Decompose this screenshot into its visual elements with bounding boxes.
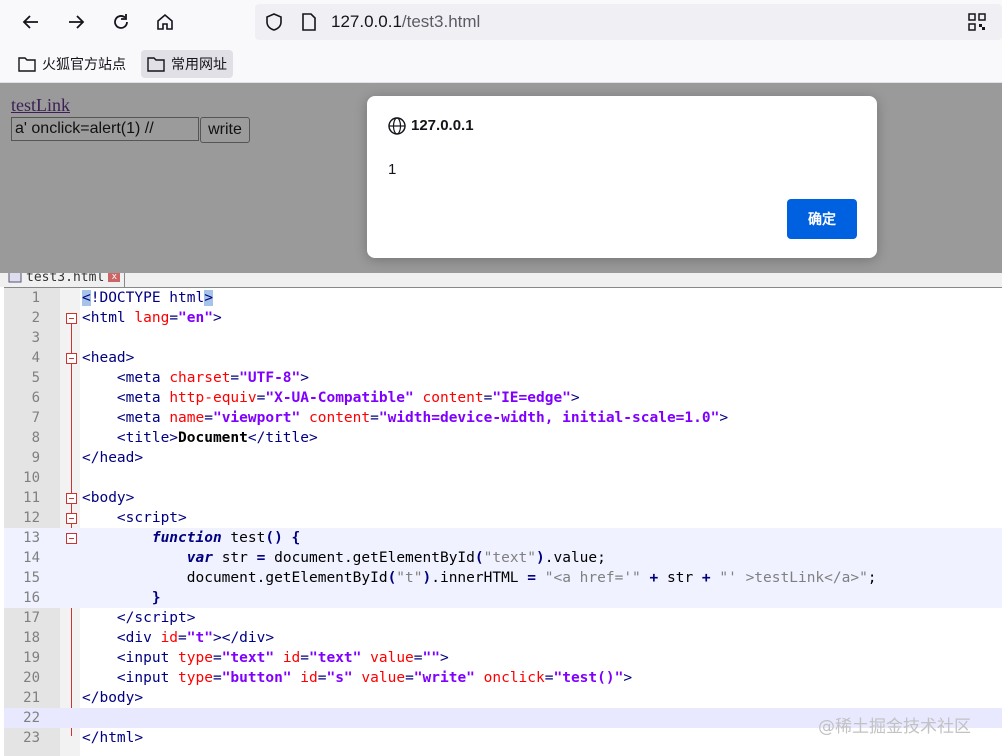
text-input[interactable]: a' onclick=alert(1) // bbox=[11, 117, 199, 141]
line-number: 1 bbox=[31, 290, 40, 306]
page-icon bbox=[302, 13, 316, 31]
line-number: 2 bbox=[31, 310, 40, 326]
test-link[interactable]: testLink bbox=[11, 95, 70, 116]
bookmark-common-sites[interactable]: 常用网址 bbox=[141, 50, 233, 78]
forward-button[interactable] bbox=[62, 8, 90, 36]
code-line: 8 <title>Document</title> bbox=[4, 428, 1002, 448]
code-line: 18 <div id="t"></div> bbox=[4, 628, 1002, 648]
fold-toggle[interactable] bbox=[66, 533, 77, 544]
code-line: 1 <!DOCTYPE html> bbox=[4, 288, 1002, 308]
code-line: 9 </head> bbox=[4, 448, 1002, 468]
line-number: 23 bbox=[23, 730, 40, 746]
editor-tab-bar: test3.html x bbox=[0, 273, 1002, 287]
fold-toggle[interactable] bbox=[66, 353, 77, 364]
code-line: 2 <html lang="en"> bbox=[4, 308, 1002, 328]
bookmark-firefox-sites[interactable]: 火狐官方站点 bbox=[12, 50, 132, 78]
line-number: 17 bbox=[23, 610, 40, 626]
globe-icon bbox=[388, 117, 406, 135]
code-line: 19 <input type="text" id="text" value=""… bbox=[4, 648, 1002, 668]
reload-button[interactable] bbox=[107, 8, 135, 36]
code-line: 16 } bbox=[4, 588, 1002, 608]
watermark: @稀土掘金技术社区 bbox=[818, 717, 971, 737]
tab-test3-html[interactable]: test3.html x bbox=[8, 273, 126, 287]
code-line: 20 <input type="button" id="s" value="wr… bbox=[4, 668, 1002, 688]
code-line: 21 </body> bbox=[4, 688, 1002, 708]
code-line: 17 </script> bbox=[4, 608, 1002, 628]
url-text[interactable]: 127.0.0.1/test3.html bbox=[331, 12, 480, 32]
write-button[interactable]: write bbox=[200, 117, 250, 143]
close-icon[interactable]: x bbox=[108, 273, 121, 282]
code-line: 14 var str = document.getElementById("te… bbox=[4, 548, 1002, 568]
line-number: 21 bbox=[23, 690, 40, 706]
line-number: 6 bbox=[31, 390, 40, 406]
code-line: 4 <head> bbox=[4, 348, 1002, 368]
fold-toggle[interactable] bbox=[66, 493, 77, 504]
back-arrow-icon bbox=[22, 15, 38, 29]
shield-icon bbox=[266, 13, 282, 31]
folder-icon bbox=[18, 57, 36, 72]
forward-arrow-icon bbox=[69, 15, 85, 29]
dialog-title: 127.0.0.1 bbox=[411, 117, 474, 134]
bookmark-label: 常用网址 bbox=[171, 57, 227, 73]
file-icon bbox=[8, 273, 22, 283]
line-number: 19 bbox=[23, 650, 40, 666]
line-number: 4 bbox=[31, 350, 40, 366]
line-number: 7 bbox=[31, 410, 40, 426]
code-editor[interactable]: 1 <!DOCTYPE html> 2 <html lang="en"> 3 4 <h… bbox=[4, 287, 1002, 756]
folder-icon bbox=[147, 57, 165, 72]
home-icon bbox=[157, 13, 173, 30]
code-line: 15 document.getElementById("t").innerHTM… bbox=[4, 568, 1002, 588]
url-host: 127.0.0.1 bbox=[331, 12, 402, 31]
bookmarks-bar: 火狐官方站点 常用网址 bbox=[0, 44, 1002, 83]
line-number: 18 bbox=[23, 630, 40, 646]
code-line: 11 <body> bbox=[4, 488, 1002, 508]
code-line: 5 <meta charset="UTF-8"> bbox=[4, 368, 1002, 388]
tab-label: test3.html bbox=[26, 273, 105, 285]
line-number: 11 bbox=[23, 490, 40, 506]
dialog-message: 1 bbox=[388, 161, 397, 178]
line-number: 5 bbox=[31, 370, 40, 386]
browser-toolbar: 127.0.0.1/test3.html bbox=[0, 0, 1002, 44]
line-number: 3 bbox=[31, 330, 40, 346]
ok-button[interactable]: 确定 bbox=[787, 199, 857, 239]
line-number: 15 bbox=[23, 570, 40, 586]
home-button[interactable] bbox=[151, 8, 179, 36]
url-path: /test3.html bbox=[401, 12, 481, 31]
reload-icon bbox=[114, 14, 128, 29]
back-button[interactable] bbox=[17, 8, 45, 36]
code-line: 12 <script> bbox=[4, 508, 1002, 528]
line-number: 8 bbox=[31, 430, 40, 446]
line-number: 22 bbox=[23, 710, 40, 726]
line-number: 20 bbox=[23, 670, 40, 686]
code-line: 13 function test() { bbox=[4, 528, 1002, 548]
alert-dialog: 127.0.0.1 1 确定 bbox=[367, 96, 877, 258]
qr-code-icon[interactable] bbox=[968, 13, 986, 31]
address-bar[interactable]: 127.0.0.1/test3.html bbox=[255, 4, 1002, 40]
line-number: 13 bbox=[23, 530, 40, 546]
line-number: 16 bbox=[23, 590, 40, 606]
bookmark-label: 火狐官方站点 bbox=[42, 57, 126, 73]
line-number: 10 bbox=[23, 470, 40, 486]
fold-toggle[interactable] bbox=[66, 513, 77, 524]
code-line: 7 <meta name="viewport" content="width=d… bbox=[4, 408, 1002, 428]
fold-toggle[interactable] bbox=[66, 313, 77, 324]
line-number: 9 bbox=[31, 450, 40, 466]
line-number: 12 bbox=[23, 510, 40, 526]
code-line: 10 bbox=[4, 468, 1002, 488]
code-line: 6 <meta http-equiv="X-UA-Compatible" con… bbox=[4, 388, 1002, 408]
code-line: 3 bbox=[4, 328, 1002, 348]
line-number: 14 bbox=[23, 550, 40, 566]
